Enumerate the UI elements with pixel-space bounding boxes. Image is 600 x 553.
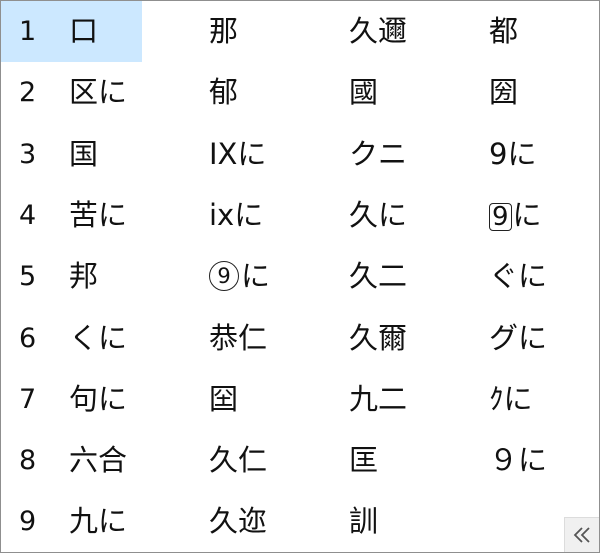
candidate-item[interactable]: 久邇	[349, 1, 407, 62]
candidate-item[interactable]: 9に	[489, 124, 536, 185]
candidate-item[interactable]: 那	[209, 1, 238, 62]
candidate-item[interactable]: 久仁	[209, 430, 267, 491]
candidate-item[interactable]: 郁	[209, 62, 238, 123]
candidate-number: 3	[19, 138, 37, 170]
candidate-item[interactable]: 久に	[349, 185, 407, 246]
candidate-item[interactable]: ixに	[209, 185, 263, 246]
candidate-number: 9	[19, 506, 37, 538]
candidate-number: 1	[19, 16, 37, 47]
candidate-item[interactable]: ９に	[489, 430, 547, 491]
candidate-row[interactable]: 6 くに 恭仁 久爾 グに	[1, 308, 599, 369]
candidate-suffix: に	[512, 197, 542, 232]
candidate-item[interactable]: 9に	[209, 246, 270, 307]
candidate-item[interactable]: 国	[69, 124, 98, 185]
candidate-suffix: に	[241, 259, 271, 294]
candidate-item[interactable]: 都	[489, 1, 518, 62]
candidate-item[interactable]: 邦	[69, 246, 98, 307]
boxed-digit-glyph: 9	[489, 202, 512, 231]
candidate-item[interactable]: 口	[69, 1, 98, 62]
candidate-row[interactable]: 4 苦に ixに 久に 9 に	[1, 185, 599, 246]
candidate-row[interactable]: 3 国 IXに クニ 9に	[1, 124, 599, 185]
double-chevron-left-icon	[573, 527, 590, 543]
candidate-item[interactable]: IXに	[209, 124, 266, 185]
candidate-item[interactable]: 久迩	[209, 491, 267, 552]
candidate-item[interactable]: ｸに	[489, 369, 533, 430]
candidate-item[interactable]: 國	[349, 62, 378, 123]
candidate-item[interactable]: 久爾	[349, 308, 407, 369]
candidate-item[interactable]: 恭仁	[209, 308, 267, 369]
candidate-number: 2	[19, 77, 37, 109]
candidate-row[interactable]: 8 六合 久仁 匡 ９に	[1, 430, 599, 491]
candidate-item[interactable]: 区に	[69, 62, 127, 123]
candidate-row[interactable]: 5 邦 9 に 久二 ぐに	[1, 246, 599, 307]
candidate-item[interactable]: 囶	[209, 369, 238, 430]
candidate-number: 4	[19, 199, 37, 231]
candidate-item[interactable]: 圀	[489, 62, 518, 123]
candidate-item[interactable]: 苦に	[69, 185, 127, 246]
candidate-item[interactable]: 久二	[349, 246, 407, 307]
candidate-item[interactable]: くに	[69, 308, 127, 369]
candidate-item[interactable]: 九二	[349, 369, 407, 430]
candidate-item[interactable]: 九に	[69, 491, 127, 552]
candidate-item[interactable]: ぐに	[489, 246, 547, 307]
ime-candidate-window: 1 口那久邇都 2 区に郁國圀 3 国 IXに クニ 9に 4 苦に ixに 久に 9 に 5 邦 9 に久二 ぐに 6…	[0, 0, 600, 553]
candidate-row[interactable]: 9 九に 久迩 訓	[1, 491, 599, 552]
candidate-item[interactable]: グに	[489, 308, 547, 369]
candidate-item[interactable]: 句に	[69, 369, 127, 430]
candidate-number: 7	[19, 383, 37, 415]
candidate-number: 6	[19, 322, 37, 354]
candidate-item[interactable]: 六合	[69, 430, 127, 491]
candidate-item[interactable]: クニ	[349, 124, 407, 185]
expand-candidates-button[interactable]	[564, 517, 599, 552]
candidate-item[interactable]: 訓	[349, 491, 378, 552]
candidate-row[interactable]: 1 口 那 久邇 都	[1, 1, 599, 62]
candidate-row[interactable]: 7 句に 囶 九二 ｸに	[1, 369, 599, 430]
circled-digit-glyph: 9	[209, 261, 239, 292]
candidate-number: 5	[19, 261, 37, 293]
candidate-item[interactable]: 匡	[349, 430, 378, 491]
candidate-row[interactable]: 2 区に 郁 國 圀	[1, 62, 599, 123]
candidate-number: 8	[19, 445, 37, 477]
candidate-item[interactable]: 9に	[489, 185, 542, 246]
